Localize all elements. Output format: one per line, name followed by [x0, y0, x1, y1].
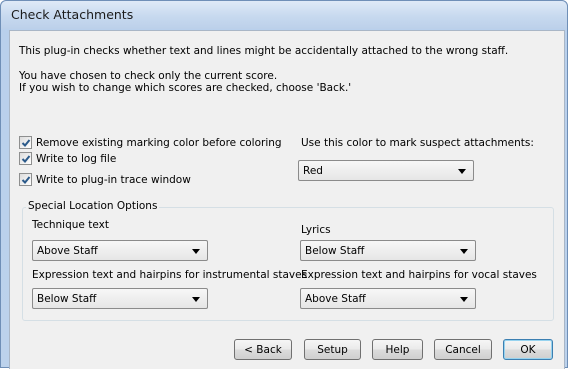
back-button[interactable]: < Back: [234, 339, 292, 360]
color-label: Use this color to mark suspect attachmen…: [301, 137, 534, 149]
write-log-checkbox[interactable]: Write to log file: [19, 152, 116, 165]
chevron-down-icon: [460, 297, 468, 302]
ok-button[interactable]: OK: [503, 339, 553, 360]
technique-select[interactable]: Above Staff: [32, 240, 208, 261]
write-log-label: Write to log file: [36, 152, 117, 165]
checkmark-icon: [21, 154, 30, 163]
help-button[interactable]: Help: [372, 339, 423, 360]
chevron-down-icon: [192, 249, 200, 254]
lyrics-select[interactable]: Below Staff: [300, 240, 476, 261]
checkbox-box[interactable]: [19, 173, 32, 186]
expr-instrumental-select[interactable]: Below Staff: [32, 288, 208, 309]
checkmark-icon: [21, 138, 30, 147]
chevron-down-icon: [458, 169, 466, 174]
window-title: Check Attachments: [11, 7, 134, 22]
expr-instrumental-label: Expression text and hairpins for instrum…: [32, 269, 308, 281]
setup-button[interactable]: Setup: [304, 339, 361, 360]
intro-line-1: This plug-in checks whether text and lin…: [19, 45, 509, 57]
color-select[interactable]: Red: [298, 160, 474, 181]
expr-vocal-select[interactable]: Above Staff: [300, 288, 476, 309]
write-trace-label: Write to plug-in trace window: [36, 173, 191, 186]
chevron-down-icon: [460, 249, 468, 254]
color-select-value: Red: [303, 165, 323, 177]
special-location-legend: Special Location Options: [26, 200, 160, 213]
lyrics-label: Lyrics: [301, 224, 331, 236]
write-trace-checkbox[interactable]: Write to plug-in trace window: [19, 173, 191, 186]
expr-vocal-select-value: Above Staff: [305, 293, 366, 305]
expr-vocal-label: Expression text and hairpins for vocal s…: [301, 269, 537, 281]
checkmark-icon: [21, 175, 30, 184]
checkbox-box[interactable]: [19, 152, 32, 165]
dialog-body: This plug-in checks whether text and lin…: [9, 30, 565, 369]
checkbox-box[interactable]: [19, 136, 32, 149]
technique-label: Technique text: [32, 219, 109, 231]
remove-marking-label: Remove existing marking color before col…: [36, 136, 282, 149]
expr-instrumental-select-value: Below Staff: [37, 293, 97, 305]
technique-select-value: Above Staff: [37, 245, 98, 257]
dialog-window: Check Attachments This plug-in checks wh…: [0, 0, 568, 369]
intro-line-3: If you wish to change which scores are c…: [19, 82, 352, 94]
chevron-down-icon: [192, 297, 200, 302]
title-bar[interactable]: Check Attachments: [1, 1, 567, 29]
remove-marking-checkbox[interactable]: Remove existing marking color before col…: [19, 136, 282, 149]
cancel-button[interactable]: Cancel: [434, 339, 492, 360]
lyrics-select-value: Below Staff: [305, 245, 365, 257]
